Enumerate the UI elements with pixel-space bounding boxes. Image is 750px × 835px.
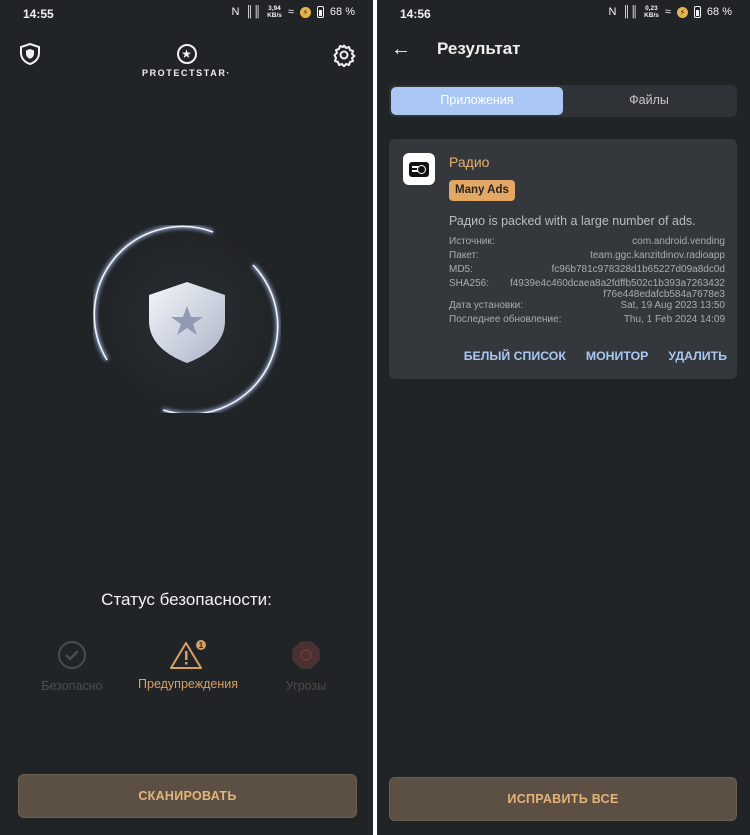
- vibrate-icon: ║║: [245, 6, 262, 18]
- delete-button[interactable]: УДАЛИТЬ: [668, 349, 727, 363]
- fix-all-button[interactable]: ИСПРАВИТЬ ВСЕ: [389, 777, 737, 821]
- nfc-icon: N: [231, 6, 240, 18]
- back-arrow-icon[interactable]: ←: [391, 38, 411, 61]
- gear-icon[interactable]: [332, 43, 356, 68]
- app-result-card: Радио Many Ads Радио is packed with a la…: [389, 139, 737, 379]
- wifi-icon: ≈: [664, 6, 671, 18]
- tab-safe-label: Безопасно: [41, 679, 103, 693]
- app-bar: ← Результат: [377, 30, 750, 70]
- network-speed: 3,94 KB/s: [267, 5, 282, 19]
- detail-value-cont: f76e448edafcb584a7678e3: [603, 289, 725, 300]
- result-tabs: Приложения Файлы: [389, 85, 737, 117]
- detail-row: Источник: com.android.vending: [449, 236, 725, 250]
- star-icon: ★: [176, 44, 197, 64]
- detail-row: Дата установки: Sat, 19 Aug 2023 13:50: [449, 300, 725, 314]
- status-bar: 14:56 N ║║ 0,23 KB/s ≈ ⚡ 68 %: [377, 0, 750, 28]
- adware-badge: Many Ads: [449, 180, 515, 201]
- detail-row: Последнее обновление: Thu, 1 Feb 2024 14…: [449, 314, 725, 328]
- tab-threats-label: Угрозы: [285, 679, 327, 693]
- detail-value: fc96b781c978328d1b65227d09a8dc0d: [551, 264, 725, 275]
- tab-files[interactable]: Файлы: [563, 87, 735, 115]
- radio-app-icon: [403, 153, 435, 185]
- clock: 14:56: [400, 7, 431, 21]
- tab-apps[interactable]: Приложения: [391, 87, 563, 115]
- card-actions: БЕЛЫЙ СПИСОК МОНИТОР УДАЛИТЬ: [464, 349, 727, 363]
- detail-key: Пакет:: [449, 250, 479, 261]
- detail-key: Дата установки:: [449, 300, 523, 311]
- battery-icon: [316, 6, 324, 18]
- power-saver-icon: ⚡: [676, 6, 688, 18]
- scan-button[interactable]: СКАНИРОВАТЬ: [18, 774, 357, 818]
- detail-key: Последнее обновление:: [449, 314, 562, 325]
- result-screen: 14:56 N ║║ 0,23 KB/s ≈ ⚡ 68 % ← Результат…: [377, 0, 750, 835]
- detail-row: Пакет: team.ggc.kanzitdinov.radioapp: [449, 250, 725, 264]
- detail-row: MD5: fc96b781c978328d1b65227d09a8dc0d: [449, 264, 725, 278]
- protectstar-home-screen: 14:55 N ║║ 3,94 KB/s ≈ ⚡ 68 % ★ PROTECTST…: [0, 0, 373, 835]
- detail-row: SHA256: f4939e4c460dcaea8a2fdffb502c1b39…: [449, 278, 725, 300]
- status-bar: 14:55 N ║║ 3,94 KB/s ≈ ⚡ 68 %: [0, 0, 373, 28]
- app-description: Радио is packed with a large number of a…: [449, 214, 696, 228]
- tab-threats[interactable]: Угрозы: [262, 640, 350, 693]
- app-details: Источник: com.android.vending Пакет: tea…: [449, 236, 725, 328]
- detail-key: SHA256:: [449, 278, 490, 289]
- tab-warnings[interactable]: 1 Предупреждения: [128, 640, 248, 691]
- status-tabs: Безопасно 1 Предупреждения Угрозы: [0, 640, 373, 693]
- app-name: Радио: [449, 154, 490, 170]
- check-circle-icon: [58, 641, 86, 669]
- power-saver-icon: ⚡: [299, 6, 311, 18]
- tab-warnings-label: Предупреждения: [138, 677, 238, 691]
- battery-icon: [693, 6, 701, 18]
- protection-status-ring[interactable]: [92, 224, 281, 416]
- protectstar-logo: ★ PROTECTSTAR·: [130, 44, 243, 78]
- vibrate-icon: ║║: [622, 6, 639, 18]
- whitelist-button[interactable]: БЕЛЫЙ СПИСОК: [464, 349, 566, 363]
- monitor-button[interactable]: МОНИТОР: [586, 349, 649, 363]
- status-icons: N ║║ 0,23 KB/s ≈ ⚡ 68 %: [609, 5, 732, 19]
- page-title: Результат: [437, 39, 521, 58]
- battery-percent: 68 %: [329, 6, 355, 18]
- warnings-count-badge: 1: [199, 641, 204, 650]
- detail-value: team.ggc.kanzitdinov.radioapp: [590, 250, 725, 261]
- nfc-icon: N: [608, 6, 617, 18]
- status-icons: N ║║ 3,94 KB/s ≈ ⚡ 68 %: [232, 5, 355, 19]
- shield-icon[interactable]: [18, 42, 42, 66]
- network-speed: 0,23 KB/s: [644, 5, 659, 19]
- tab-safe[interactable]: Безопасно: [28, 640, 116, 693]
- logo-text: PROTECTSTAR·: [141, 68, 232, 78]
- wifi-icon: ≈: [287, 6, 294, 18]
- threat-octagon-icon: [292, 641, 320, 669]
- security-status-title: Статус безопасности:: [101, 590, 272, 609]
- battery-percent: 68 %: [706, 6, 732, 18]
- clock: 14:55: [23, 7, 54, 21]
- detail-key: Источник:: [449, 236, 495, 247]
- detail-value: f4939e4c460dcaea8a2fdffb502c1b393a726343…: [509, 278, 725, 289]
- warning-triangle-icon: 1: [170, 640, 206, 669]
- detail-key: MD5:: [449, 264, 473, 275]
